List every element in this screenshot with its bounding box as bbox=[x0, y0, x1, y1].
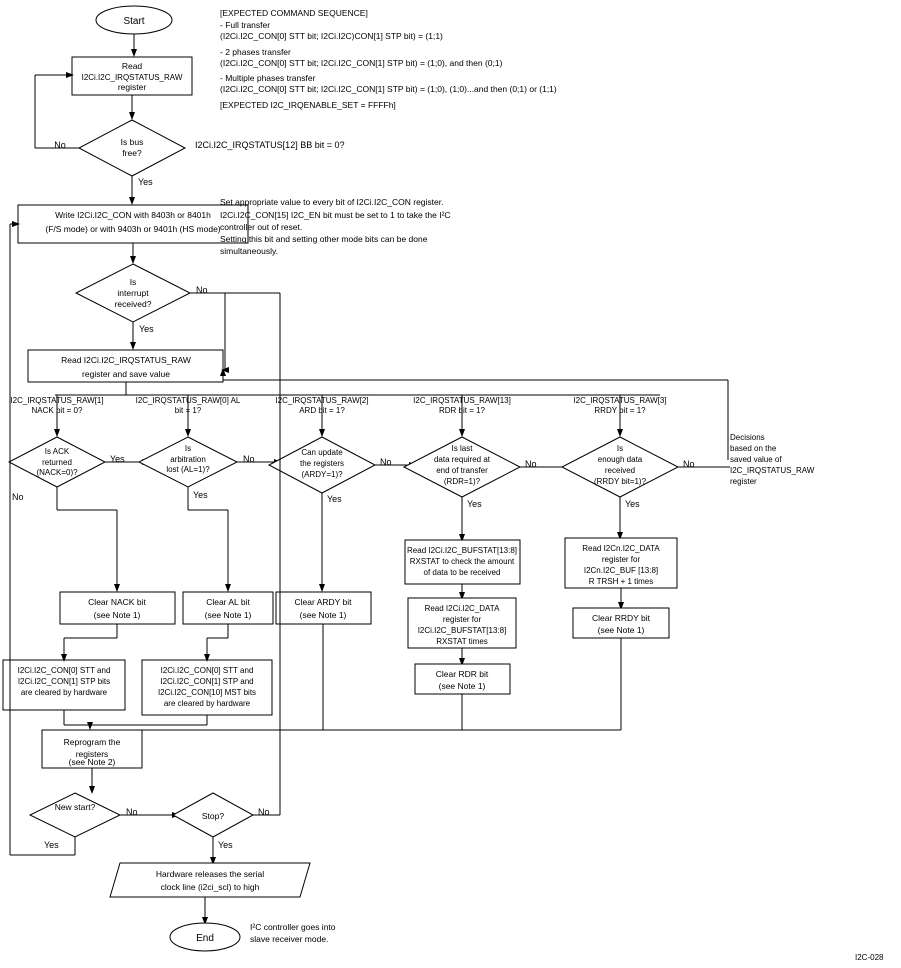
is-interrupt-line2: interrupt bbox=[117, 288, 149, 298]
yes-bus-label: Yes bbox=[138, 177, 153, 187]
write-con-line2: (F/S mode) or with 9403h or 9401h (HS mo… bbox=[45, 224, 220, 234]
read-data-rdr-line3: I2Ci.I2C_BUFSTAT[13:8] bbox=[418, 626, 507, 635]
is-bus-free-line2: free? bbox=[122, 148, 142, 158]
clear-nack-line2: (see Note 1) bbox=[94, 610, 141, 620]
read-data-rrdy-line3: I2Cn.I2C_BUF [13:8] bbox=[584, 566, 658, 575]
expected-cmd-line8: [EXPECTED I2C_IRQENABLE_SET = FFFFh] bbox=[220, 100, 396, 110]
yes-new-start-label: Yes bbox=[44, 840, 59, 850]
read-bufstat-line2: RXSTAT to check the amount bbox=[410, 557, 515, 566]
al-hw-line3: I2Ci.I2C_CON[10] MST bits bbox=[158, 688, 256, 697]
bb-bit-label: I2Ci.I2C_IRQSTATUS[12] BB bit = 0? bbox=[195, 140, 344, 150]
can-update-line1: Can update bbox=[301, 448, 343, 457]
is-enough-line2: enough data bbox=[598, 455, 643, 464]
yes-rrdy-label: Yes bbox=[625, 499, 640, 509]
read-irq1-line3: register bbox=[118, 82, 147, 92]
no-ack-label: No bbox=[12, 492, 24, 502]
read-data-rdr-line2: register for bbox=[443, 615, 482, 624]
decisions-line3: saved value of bbox=[730, 455, 782, 464]
read-data-rdr-line1: Read I2Ci.I2C_DATA bbox=[425, 604, 501, 613]
clear-al-line1: Clear AL bit bbox=[206, 597, 250, 607]
is-enough-line4: (RRDY bit=1)? bbox=[594, 477, 647, 486]
is-last-line4: (RDR=1)? bbox=[444, 477, 481, 486]
is-last-line1: Is last bbox=[452, 444, 474, 453]
yes-arb-label: Yes bbox=[193, 490, 208, 500]
set-note-line2: I2Ci.I2C_CON[15] I2C_EN bit must be set … bbox=[220, 210, 451, 220]
read-data-rrdy-line2: register for bbox=[602, 555, 641, 564]
is-enough-line3: received bbox=[605, 466, 635, 475]
expected-cmd-line1: [EXPECTED COMMAND SEQUENCE] bbox=[220, 8, 368, 18]
end-label: End bbox=[196, 933, 214, 944]
is-interrupt-line1: Is bbox=[130, 277, 137, 287]
read-bufstat-line3: of data to be received bbox=[424, 568, 501, 577]
yes-interrupt-label: Yes bbox=[139, 324, 154, 334]
diagram-container: Start Read I2Ci.I2C_IRQSTATUS_RAW regist… bbox=[0, 0, 901, 968]
decisions-line2: based on the bbox=[730, 444, 777, 453]
al-hw-line1: I2Ci.I2C_CON[0] STT and bbox=[161, 666, 254, 675]
clear-rrdy-line1: Clear RRDY bit bbox=[592, 613, 651, 623]
clear-rdr-line2: (see Note 1) bbox=[439, 681, 486, 691]
is-last-line2: data required at bbox=[434, 455, 491, 464]
clear-ardy-line2: (see Note 1) bbox=[300, 610, 347, 620]
read-bufstat-line1: Read I2Ci.I2C_BUFSTAT[13:8] bbox=[407, 546, 517, 555]
set-note-line1: Set appropriate value to every bit of I2… bbox=[220, 197, 443, 207]
hw-release-line2: clock line (i2ci_scl) to high bbox=[161, 882, 260, 892]
clear-rrdy-line2: (see Note 1) bbox=[598, 625, 645, 635]
new-start-line1: New start? bbox=[55, 802, 96, 812]
is-enough-line1: Is bbox=[617, 444, 623, 453]
yes-stop-label: Yes bbox=[218, 840, 233, 850]
start-label: Start bbox=[123, 16, 144, 27]
read-data-rrdy-line4: R TRSH + 1 times bbox=[589, 577, 654, 586]
clear-al-line2: (see Note 1) bbox=[205, 610, 252, 620]
is-ack-line3: (NACK=0)? bbox=[36, 468, 78, 477]
expected-cmd-line7: (I2Ci.I2C_CON[0] STT bit; I2Ci.I2C_CON[1… bbox=[220, 84, 557, 94]
is-arb-line3: lost (AL=1)? bbox=[166, 465, 210, 474]
slave-mode-line1: I²C controller goes into bbox=[250, 922, 336, 932]
set-note-line3: controller out of reset. bbox=[220, 222, 302, 232]
read-data-rdr-line4: RXSTAT times bbox=[436, 637, 488, 646]
stop-label: Stop? bbox=[202, 811, 224, 821]
is-ack-line2: returned bbox=[42, 458, 72, 467]
expected-cmd-line5: (I2Ci.I2C_CON[0] STT bit; I2Ci.I2C_CON[1… bbox=[220, 58, 503, 68]
expected-cmd-line3: (I2Ci.I2C_CON[0] STT bit; I2Ci.I2C)CON[1… bbox=[220, 31, 443, 41]
clear-nack-line1: Clear NACK bit bbox=[88, 597, 146, 607]
reprogram-line1: Reprogram the bbox=[64, 737, 121, 747]
reprogram-line3: (see Note 2) bbox=[69, 757, 116, 767]
can-update-line2: the registers bbox=[300, 459, 344, 468]
read-irq2-line1: Read I2Ci.I2C_IRQSTATUS_RAW bbox=[61, 355, 191, 365]
doc-id-label: I2C-028 bbox=[855, 953, 884, 962]
expected-cmd-line6: - Multiple phases transfer bbox=[220, 73, 316, 83]
is-interrupt-line3: received? bbox=[115, 299, 152, 309]
is-last-line3: end of transfer bbox=[436, 466, 488, 475]
nack-hw-line2: I2Ci.I2C_CON[1] STP bits bbox=[18, 677, 110, 686]
flowchart-svg: Start Read I2Ci.I2C_IRQSTATUS_RAW regist… bbox=[0, 0, 901, 968]
nack-hw-line3: are cleared by hardware bbox=[21, 688, 108, 697]
yes-rdr-label: Yes bbox=[467, 499, 482, 509]
can-update-line3: (ARDY=1)? bbox=[301, 470, 343, 479]
expected-cmd-line2: - Full transfer bbox=[220, 20, 270, 30]
set-note-line4: Setting this bit and setting other mode … bbox=[220, 234, 428, 244]
set-note-line5: simultaneously. bbox=[220, 246, 278, 256]
is-bus-free-line1: Is bus bbox=[121, 137, 144, 147]
clear-ardy-line1: Clear ARDY bit bbox=[294, 597, 352, 607]
hw-release-line1: Hardware releases the serial bbox=[156, 869, 264, 879]
read-data-rrdy-line1: Read I2Cn.I2C_DATA bbox=[582, 544, 660, 553]
read-irq1-line2: I2Ci.I2C_IRQSTATUS_RAW bbox=[82, 73, 183, 82]
al-hw-line2: I2Ci.I2C_CON[1] STP and bbox=[160, 677, 253, 686]
yes-update-label: Yes bbox=[327, 494, 342, 504]
expected-cmd-line4: - 2 phases transfer bbox=[220, 47, 291, 57]
write-con-line1: Write I2Ci.I2C_CON with 8403h or 8401h bbox=[55, 210, 211, 220]
decisions-line1: Decisions bbox=[730, 433, 765, 442]
decisions-line4: I2C_IRQSTATUS_RAW bbox=[730, 466, 815, 475]
read-irq1-line1: Read bbox=[122, 61, 143, 71]
read-irq2-line2: register and save value bbox=[82, 369, 170, 379]
al-hw-line4: are cleared by hardware bbox=[164, 699, 251, 708]
slave-mode-line2: slave receiver mode. bbox=[250, 934, 328, 944]
clear-rdr-line1: Clear RDR bit bbox=[436, 669, 489, 679]
is-ack-line1: Is ACK bbox=[45, 447, 70, 456]
is-arb-line2: arbitration bbox=[170, 455, 206, 464]
nack-hw-line1: I2Ci.I2C_CON[0] STT and bbox=[18, 666, 111, 675]
decisions-line5: register bbox=[730, 477, 757, 486]
is-arb-line1: Is bbox=[185, 444, 191, 453]
